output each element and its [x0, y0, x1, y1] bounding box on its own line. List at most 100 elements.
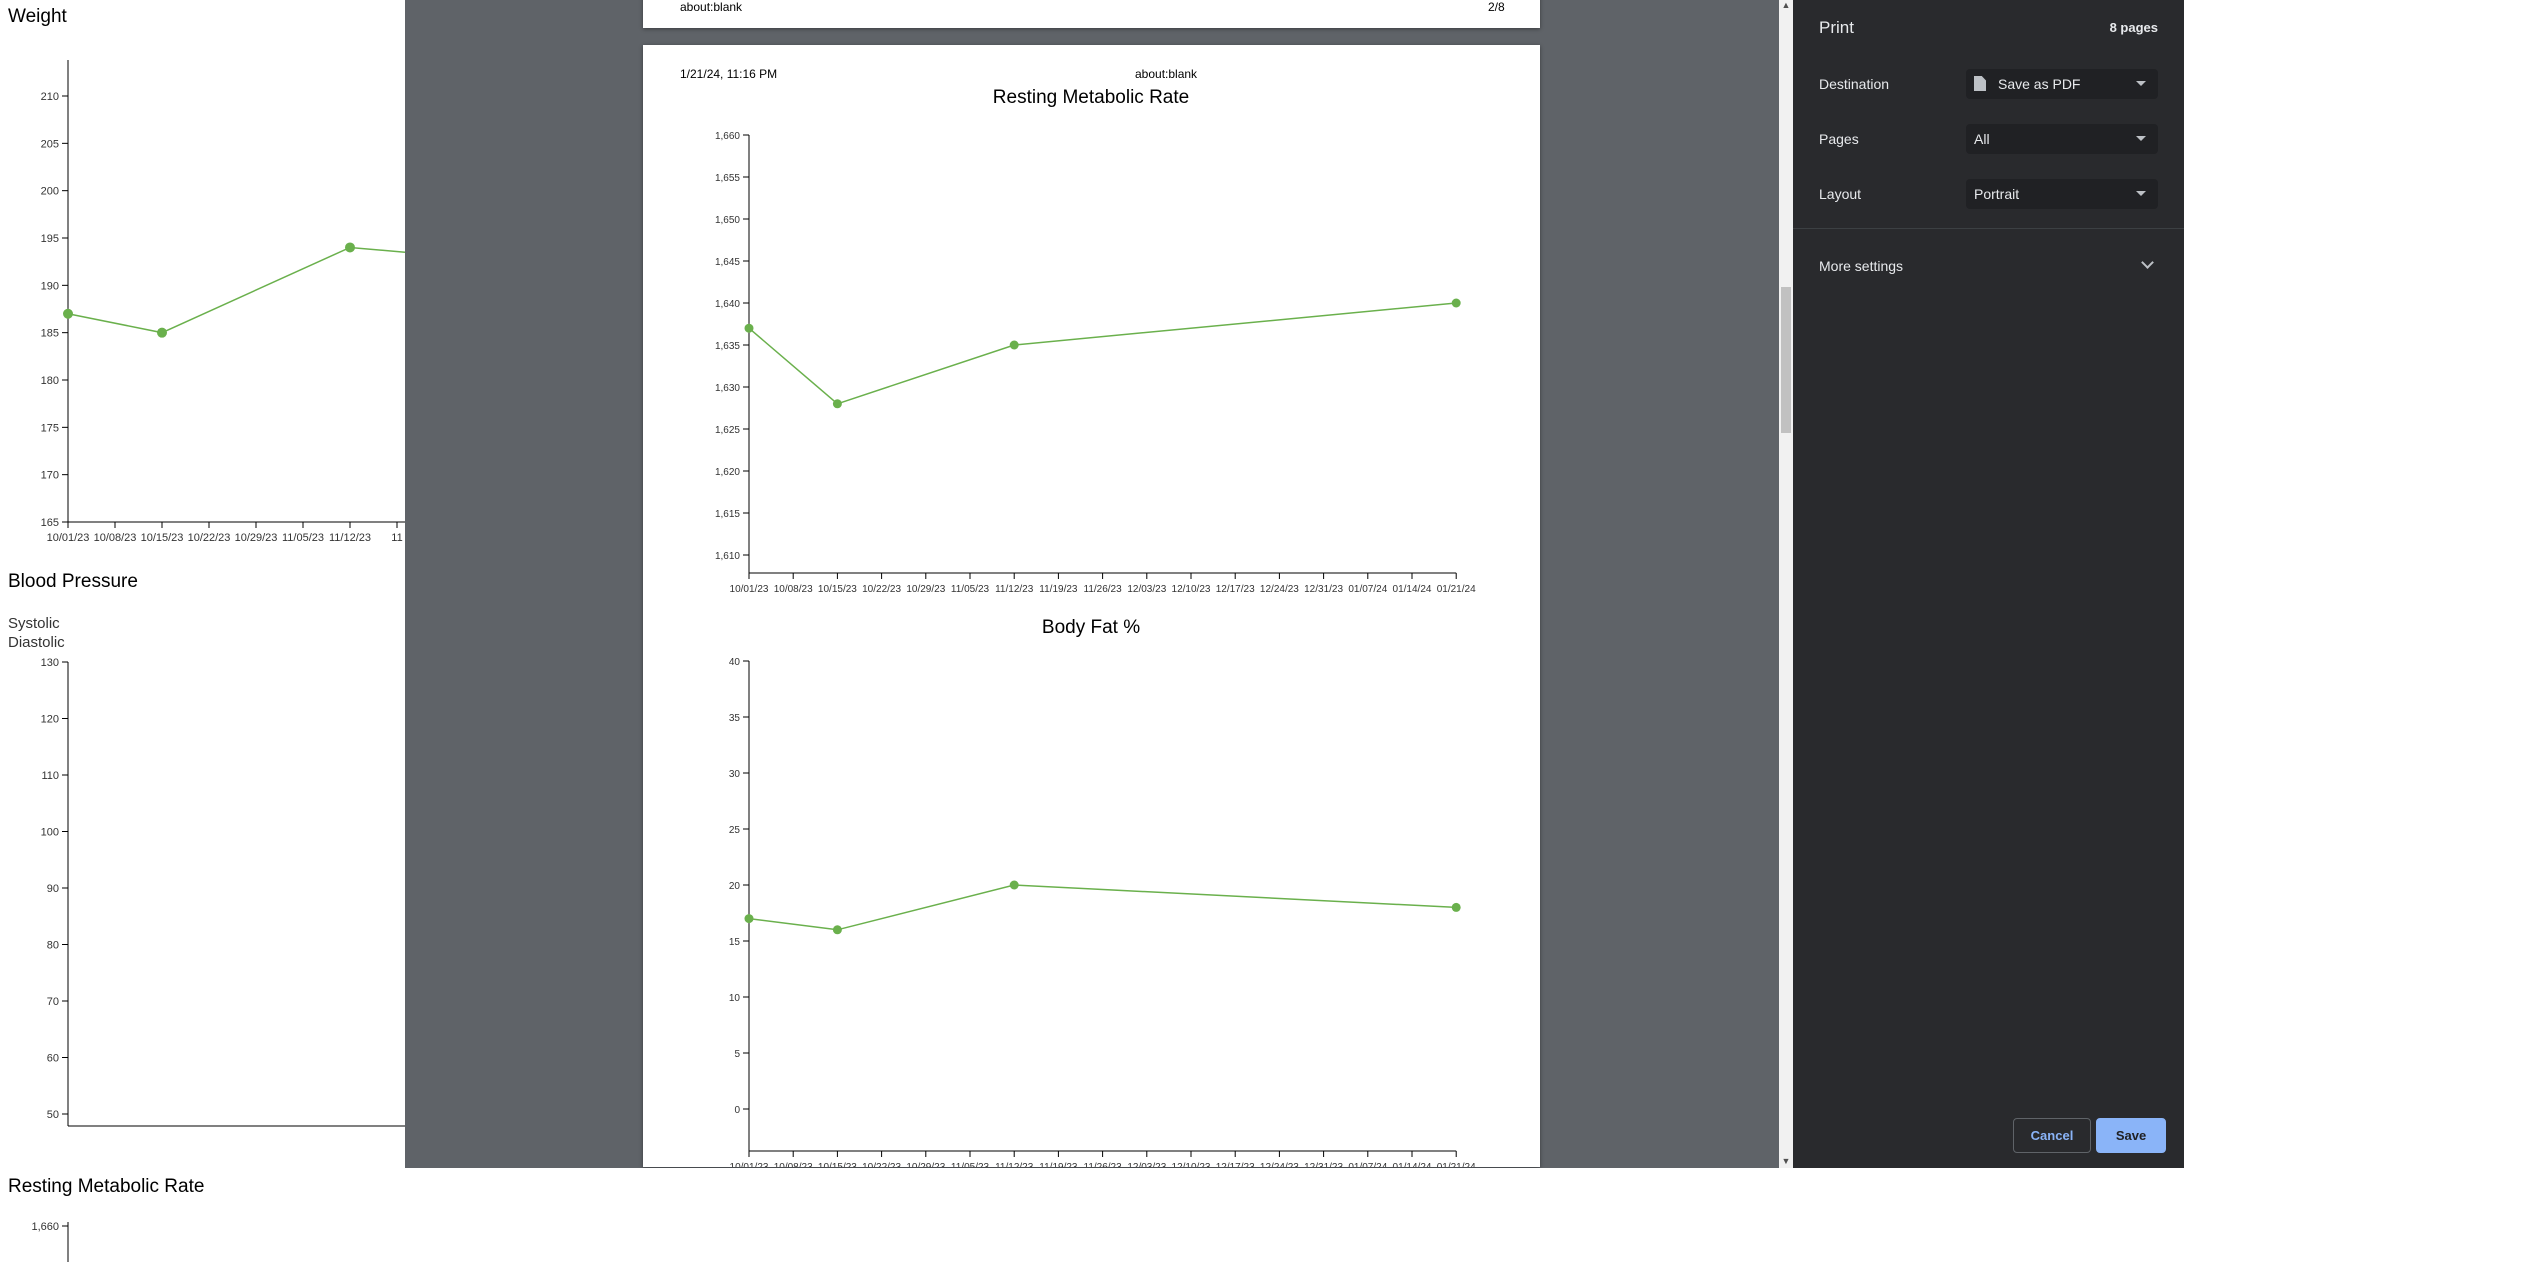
- x-tick-label: 01/21/24: [1437, 584, 1476, 595]
- chevron-down-icon[interactable]: [2141, 256, 2154, 269]
- x-tick-label: 01/07/24: [1348, 584, 1387, 595]
- data-point: [1451, 902, 1461, 912]
- data-point: [1451, 298, 1461, 308]
- page-background-right: [2184, 0, 2544, 1168]
- bodyfat-preview-chart: Body Fat % 40 35 30 25 20 15 10 5 0 10/01/23 10/08/…: [729, 617, 1476, 1167]
- legend-diastolic: Diastolic: [8, 634, 65, 651]
- destination-label: Destination: [1819, 76, 1890, 92]
- x-tick-label: 11/19/23: [1039, 584, 1078, 595]
- divider: [1793, 228, 2184, 229]
- y-tick-label: 170: [41, 470, 59, 482]
- y-tick-label: 70: [47, 996, 59, 1008]
- x-tick-label: 11/05/23: [282, 532, 324, 544]
- y-tick-label: 1,635: [715, 341, 740, 352]
- x-tick-label: 10/29/23: [235, 532, 278, 544]
- print-title: Print: [1819, 18, 1854, 37]
- data-point: [832, 925, 842, 935]
- x-tick-label: 10/22/23: [862, 584, 901, 595]
- y-tick-label: 25: [729, 825, 741, 836]
- document-icon: [1974, 76, 1986, 91]
- rmr-heading: Resting Metabolic Rate: [8, 1176, 205, 1197]
- x-tick-label: 12/31/23: [1304, 1162, 1343, 1167]
- x-tick-label: 10/15/23: [818, 584, 857, 595]
- scrollbar-thumb[interactable]: [1781, 287, 1791, 433]
- scroll-up-icon[interactable]: ▲: [1781, 0, 1791, 10]
- dropdown-caret-icon: [2136, 81, 2146, 86]
- x-tick-label: 12/03/23: [1127, 1162, 1166, 1167]
- y-tick-label: 205: [41, 138, 59, 150]
- page-footer-url: about:blank: [680, 0, 743, 14]
- y-tick-label: 1,630: [715, 383, 740, 394]
- rmr-preview-chart: Resting Metabolic Rate 1,660 1,655 1,650 1,6…: [715, 87, 1476, 595]
- y-tick-label: 50: [47, 1109, 59, 1121]
- x-tick-label: 10/08/23: [774, 584, 813, 595]
- chart-title: Body Fat %: [1042, 617, 1140, 638]
- x-tick-label: 10/08/23: [94, 532, 137, 544]
- y-tick-label: 1,610: [715, 551, 740, 562]
- dropdown-caret-icon: [2136, 191, 2146, 196]
- x-tick-label: 11/05/23: [951, 1162, 990, 1167]
- preview-scrollbar[interactable]: ▲ ▼: [1779, 0, 1793, 1168]
- x-tick-label: 10/01/23: [730, 1162, 769, 1167]
- y-tick-label: 200: [41, 186, 59, 198]
- print-preview-area[interactable]: about:blank 2/8 1/21/24, 11:16 PM about:…: [405, 0, 1779, 1168]
- weight-chart: 210 205 200 195 190 185 180 175 170 165 10/01/23 10…: [41, 60, 405, 544]
- y-tick-label: 190: [41, 280, 59, 292]
- x-tick-label: 12/10/23: [1172, 1162, 1211, 1167]
- legend-systolic: Systolic: [8, 615, 60, 632]
- x-tick-label: 11/12/23: [995, 584, 1034, 595]
- rmr-chart-partial: 1,6601,655: [31, 1221, 69, 1262]
- cancel-button[interactable]: Cancel: [2013, 1118, 2091, 1153]
- y-tick-label: 1,650: [715, 215, 740, 226]
- x-tick-label: 12/17/23: [1216, 584, 1255, 595]
- y-tick-label: 40: [729, 657, 741, 668]
- x-tick-label: 10/22/23: [188, 532, 231, 544]
- pages-label: Pages: [1819, 131, 1859, 147]
- series-line: [748, 884, 1457, 931]
- data-point: [1009, 880, 1019, 890]
- y-tick-label: 1,625: [715, 425, 740, 436]
- data-point: [1009, 340, 1019, 350]
- y-tick-label: 1,615: [715, 509, 740, 520]
- destination-value: Save as PDF: [1998, 76, 2081, 92]
- x-tick-label: 10/15/23: [818, 1162, 857, 1167]
- blood-pressure-chart: 130 120 110 100 90 80 70 60 50: [41, 657, 405, 1127]
- x-tick-label: 12/31/23: [1304, 584, 1343, 595]
- series-line: [748, 302, 1457, 405]
- layout-select[interactable]: Portrait: [1966, 179, 2158, 209]
- blood-pressure-heading: Blood Pressure: [8, 571, 138, 592]
- data-point: [63, 308, 73, 319]
- x-tick-label: 10/22/23: [862, 1162, 901, 1167]
- x-tick-label: 12/24/23: [1260, 584, 1299, 595]
- x-tick-label: 10/08/23: [774, 1162, 813, 1167]
- save-button[interactable]: Save: [2096, 1118, 2166, 1153]
- y-tick-label: 30: [729, 769, 741, 780]
- x-tick-label: 11/19/23: [1039, 1162, 1078, 1167]
- data-point: [832, 399, 842, 409]
- y-tick-label: 1,660: [715, 131, 740, 142]
- x-tick-label: 11/05/23: [951, 584, 990, 595]
- y-tick-label: 120: [41, 714, 59, 726]
- weight-heading: Weight: [8, 6, 67, 27]
- x-tick-label: 10/01/23: [730, 584, 769, 595]
- y-tick-label: 90: [47, 883, 59, 895]
- x-tick-label: 10/29/23: [906, 584, 945, 595]
- x-tick-label: 12/03/23: [1127, 584, 1166, 595]
- x-tick-label: 01/14/24: [1393, 584, 1432, 595]
- y-tick-label: 185: [41, 328, 59, 340]
- y-tick-label: 15: [729, 937, 741, 948]
- data-point: [744, 323, 754, 333]
- preview-page-2: about:blank 2/8: [643, 0, 1540, 28]
- more-settings-toggle[interactable]: More settings: [1819, 258, 1903, 274]
- x-tick-label: 11/12/23: [329, 532, 371, 544]
- scroll-down-icon[interactable]: ▼: [1781, 1156, 1791, 1166]
- y-tick-label: 100: [41, 827, 59, 839]
- pages-select[interactable]: All: [1966, 124, 2158, 154]
- layout-label: Layout: [1819, 186, 1862, 202]
- y-tick-label: 60: [47, 1053, 59, 1065]
- destination-select[interactable]: Save as PDF: [1966, 69, 2158, 99]
- y-tick-label: 80: [47, 940, 59, 952]
- page-count: 8 pages: [2109, 20, 2158, 35]
- preview-page-3: 1/21/24, 11:16 PM about:blank Resting Me…: [643, 45, 1540, 1167]
- data-point: [157, 327, 167, 338]
